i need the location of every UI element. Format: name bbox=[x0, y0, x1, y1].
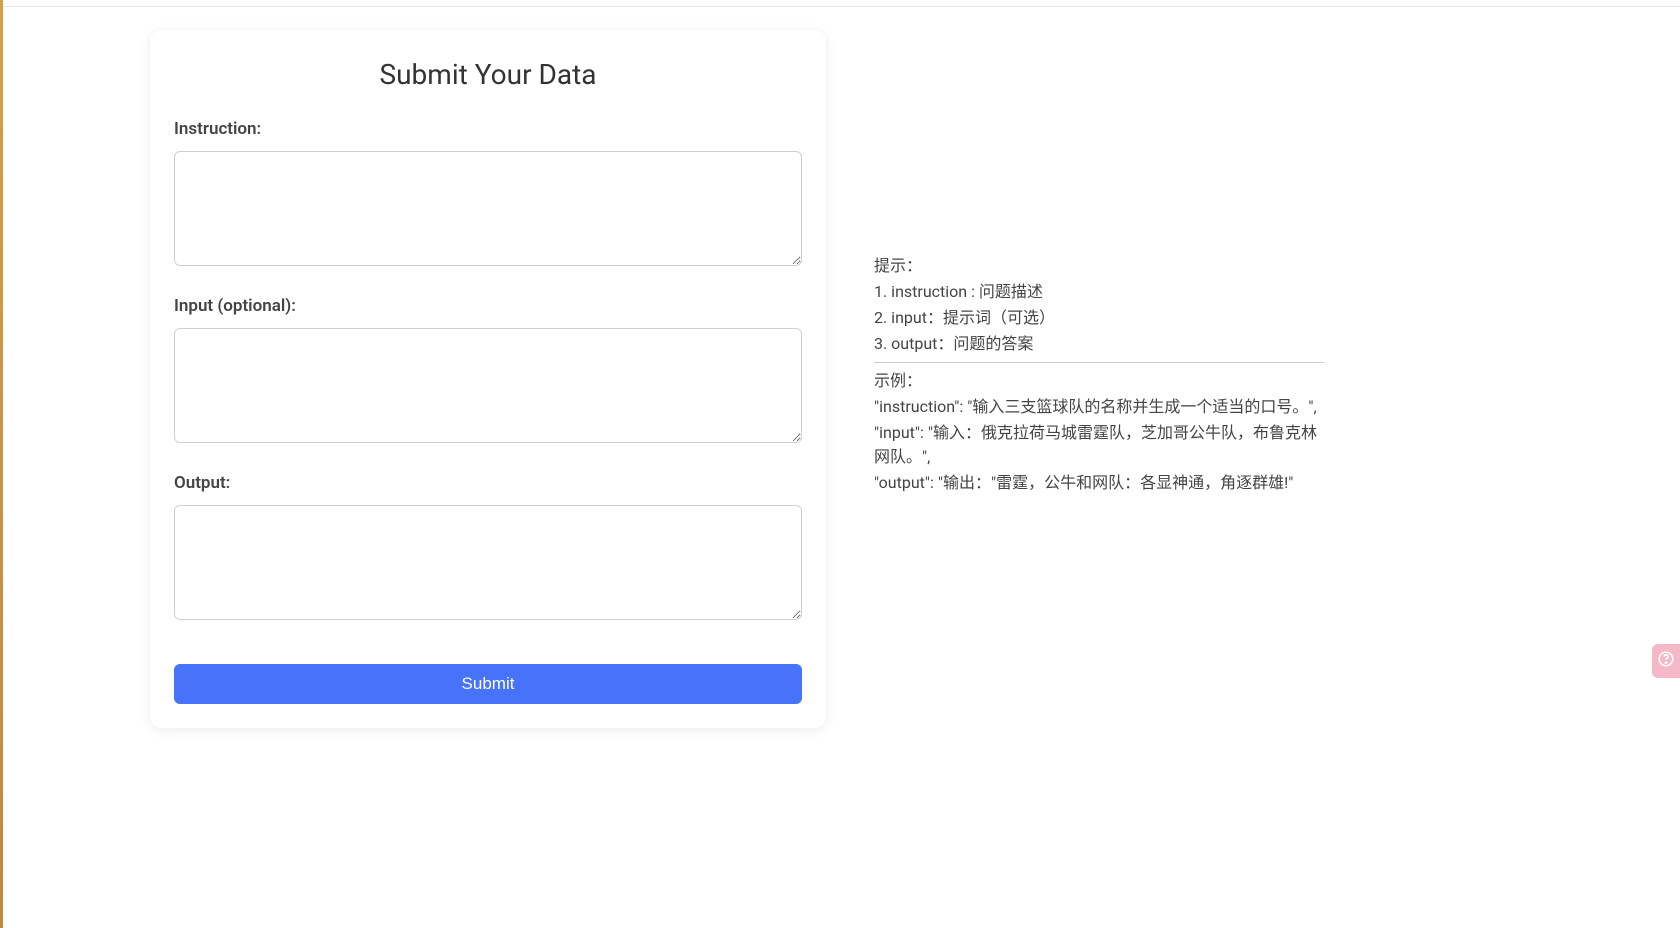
example-line: "input": "输入：俄克拉荷马城雷霆队，芝加哥公牛队，布鲁克林网队。", bbox=[874, 421, 1324, 469]
output-group: Output: bbox=[174, 473, 802, 624]
input-label: Input (optional): bbox=[174, 296, 802, 316]
hints-divider bbox=[874, 362, 1324, 363]
output-label: Output: bbox=[174, 473, 802, 493]
hints-title: 提示： bbox=[874, 254, 1324, 278]
hints-list: 1. instruction : 问题描述 2. input：提示词（可选） 3… bbox=[874, 280, 1324, 356]
input-group: Input (optional): bbox=[174, 296, 802, 447]
form-card: Submit Your Data Instruction: Input (opt… bbox=[150, 30, 826, 728]
example-title: 示例： bbox=[874, 369, 1324, 393]
help-icon bbox=[1657, 650, 1675, 672]
hints-panel: 提示： 1. instruction : 问题描述 2. input：提示词（可… bbox=[874, 254, 1324, 497]
instruction-textarea[interactable] bbox=[174, 151, 802, 266]
input-textarea[interactable] bbox=[174, 328, 802, 443]
hints-item: 1. instruction : 问题描述 bbox=[874, 280, 1324, 304]
floating-help-widget[interactable] bbox=[1652, 644, 1680, 678]
hints-item: 2. input：提示词（可选） bbox=[874, 306, 1324, 330]
left-edge-accent bbox=[0, 0, 3, 928]
instruction-group: Instruction: bbox=[174, 119, 802, 270]
form-title: Submit Your Data bbox=[174, 58, 802, 91]
example-line: "output": "输出："雷霆，公牛和网队：各显神通，角逐群雄!" bbox=[874, 471, 1324, 495]
submit-button[interactable]: Submit bbox=[174, 664, 802, 704]
hints-item: 3. output：问题的答案 bbox=[874, 332, 1324, 356]
top-border bbox=[3, 6, 1680, 7]
example-line: "instruction": "输入三支篮球队的名称并生成一个适当的口号。", bbox=[874, 395, 1324, 419]
main-container: Submit Your Data Instruction: Input (opt… bbox=[0, 0, 1680, 728]
output-textarea[interactable] bbox=[174, 505, 802, 620]
instruction-label: Instruction: bbox=[174, 119, 802, 139]
